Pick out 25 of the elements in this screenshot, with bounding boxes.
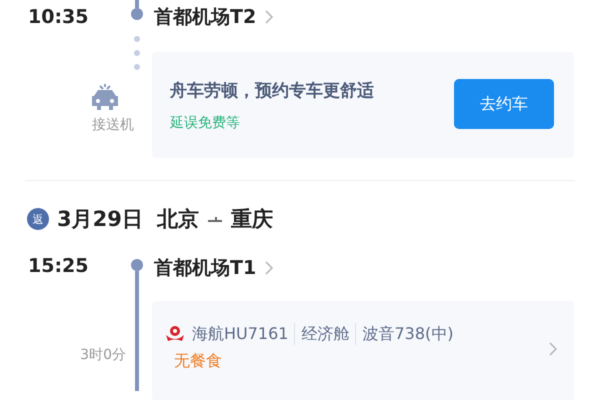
route-arrow-icon	[206, 216, 223, 222]
origin-city: 北京	[156, 206, 199, 233]
airport-link[interactable]: 首都机场T1	[154, 255, 274, 281]
airline-logo-icon	[164, 325, 186, 343]
arrival-time: 10:35	[27, 6, 90, 28]
chevron-icon	[548, 341, 558, 357]
transfer-label: 接送机	[92, 116, 134, 134]
return-badge: 返	[27, 208, 49, 230]
timeline-dot	[131, 8, 143, 20]
flight-duration: 3时0分	[80, 346, 126, 364]
chevron-icon	[264, 9, 274, 25]
promo-subtitle: 延误免费等	[170, 114, 241, 132]
meal-info: 无餐食	[173, 351, 223, 372]
trip-date: 3月29日	[57, 206, 143, 233]
destination-city: 重庆	[230, 206, 273, 233]
chevron-icon	[264, 260, 274, 276]
dotted-connector	[134, 36, 140, 70]
flight-number: 海航HU7161	[192, 324, 288, 344]
airport-link[interactable]: 首都机场T2	[154, 4, 274, 30]
aircraft-type: 波音738(中)	[362, 324, 454, 344]
timeline-dot	[131, 259, 143, 271]
flight-card[interactable]: 海航HU7161 经济舱 波音738(中) 无餐食	[152, 301, 574, 400]
promo-title: 舟车劳顿，预约专车更舒适	[170, 80, 374, 102]
cabin-class: 经济舱	[301, 324, 350, 344]
departure-time: 15:25	[27, 255, 90, 277]
